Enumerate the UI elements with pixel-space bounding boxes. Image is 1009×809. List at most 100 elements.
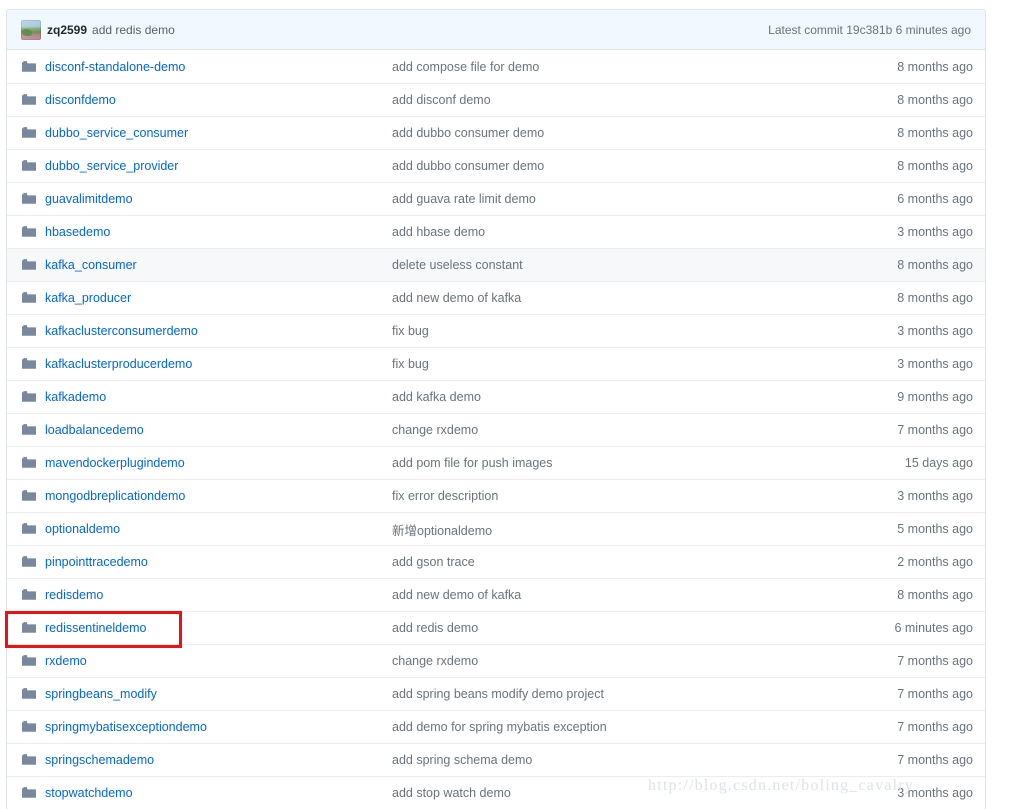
folder-icon bbox=[22, 127, 36, 138]
commit-message-cell[interactable]: add compose file for demo bbox=[392, 60, 863, 74]
file-name-cell: springschemademo bbox=[21, 752, 392, 768]
table-row[interactable]: disconfdemo add disconf demo 8 months ago bbox=[7, 83, 985, 116]
commit-message-cell[interactable]: add redis demo bbox=[392, 621, 863, 635]
folder-icon bbox=[22, 259, 36, 270]
file-link[interactable]: disconfdemo bbox=[45, 93, 116, 107]
file-link[interactable]: pinpointtracedemo bbox=[45, 555, 148, 569]
folder-icon bbox=[22, 424, 36, 435]
table-row[interactable]: optionaldemo 新增optionaldemo 5 months ago bbox=[7, 512, 985, 545]
commit-message-cell[interactable]: change rxdemo bbox=[392, 654, 863, 668]
file-link[interactable]: kafkaclusterproducerdemo bbox=[45, 357, 192, 371]
commit-age-cell: 2 months ago bbox=[897, 555, 973, 569]
table-row[interactable]: dubbo_service_provider add dubbo consumer… bbox=[7, 149, 985, 182]
table-row[interactable]: kafkaclusterconsumerdemo fix bug 3 months … bbox=[7, 314, 985, 347]
table-row[interactable]: loadbalancedemo change rxdemo 7 months ago bbox=[7, 413, 985, 446]
table-row[interactable]: springschemademo add spring schema demo 7 … bbox=[7, 743, 985, 776]
folder-icon bbox=[22, 655, 36, 666]
commit-message-cell[interactable]: add hbase demo bbox=[392, 225, 863, 239]
table-row[interactable]: dubbo_service_consumer add dubbo consumer… bbox=[7, 116, 985, 149]
commit-author[interactable]: zq2599 bbox=[47, 23, 87, 37]
table-row[interactable]: pinpointtracedemo add gson trace 2 months … bbox=[7, 545, 985, 578]
file-link[interactable]: hbasedemo bbox=[45, 225, 110, 239]
folder-icon bbox=[22, 457, 36, 468]
commit-age-cell: 15 days ago bbox=[904, 456, 973, 470]
folder-icon bbox=[22, 160, 36, 171]
commit-message-cell[interactable]: fix bug bbox=[392, 324, 863, 338]
file-link[interactable]: kafkaclusterconsumerdemo bbox=[45, 324, 198, 338]
commit-message-cell[interactable]: add pom file for push images bbox=[392, 456, 863, 470]
file-link[interactable]: stopwatchdemo bbox=[45, 786, 133, 800]
file-link[interactable]: dubbo_service_consumer bbox=[45, 126, 188, 140]
commit-message-cell[interactable]: add demo for spring mybatis exception bbox=[392, 720, 863, 734]
file-link[interactable]: redisdemo bbox=[45, 588, 103, 602]
table-row[interactable]: mavendockerplugindemo add pom file for pu… bbox=[7, 446, 985, 479]
commit-sha[interactable]: 19c381b bbox=[846, 23, 892, 37]
commit-message-cell[interactable]: add new demo of kafka bbox=[392, 291, 863, 305]
commit-age-cell: 6 minutes ago bbox=[894, 621, 973, 635]
commit-message-cell[interactable]: add dubbo consumer demo bbox=[392, 159, 863, 173]
file-name-cell: dubbo_service_consumer bbox=[21, 125, 392, 141]
table-row[interactable]: redisdemo add new demo of kafka 8 months a… bbox=[7, 578, 985, 611]
table-row[interactable]: guavalimitdemo add guava rate limit demo 6… bbox=[7, 182, 985, 215]
commit-message-cell[interactable]: delete useless constant bbox=[392, 258, 863, 272]
commit-message-cell[interactable]: add gson trace bbox=[392, 555, 863, 569]
file-link[interactable]: redissentineldemo bbox=[45, 621, 146, 635]
file-name-cell: stopwatchdemo bbox=[21, 785, 392, 801]
file-name-cell: mavendockerplugindemo bbox=[21, 455, 392, 471]
table-row[interactable]: redissentineldemo add redis demo 6 minutes… bbox=[7, 611, 985, 644]
file-name-cell: optionaldemo bbox=[21, 521, 392, 537]
file-name-cell: springbeans_modify bbox=[21, 686, 392, 702]
table-row[interactable]: springbeans_modify add spring beans modif… bbox=[7, 677, 985, 710]
commit-message-cell[interactable]: 新增optionaldemo bbox=[392, 520, 863, 539]
latest-commit-header: zq2599 add redis demo Latest commit 19c3… bbox=[7, 10, 985, 50]
file-link[interactable]: kafkademo bbox=[45, 390, 106, 404]
commit-message[interactable]: add redis demo bbox=[92, 23, 175, 37]
file-link[interactable]: mavendockerplugindemo bbox=[45, 456, 185, 470]
commit-message-cell[interactable]: add kafka demo bbox=[392, 390, 863, 404]
file-link[interactable]: springmybatisexceptiondemo bbox=[45, 720, 207, 734]
commit-message-cell[interactable]: fix bug bbox=[392, 357, 863, 371]
table-row[interactable]: rxdemo change rxdemo 7 months ago bbox=[7, 644, 985, 677]
commit-age-cell: 5 months ago bbox=[897, 522, 973, 536]
file-link[interactable]: rxdemo bbox=[45, 654, 87, 668]
commit-age-cell: 7 months ago bbox=[897, 720, 973, 734]
commit-age-cell: 7 months ago bbox=[897, 423, 973, 437]
commit-message-cell[interactable]: add spring schema demo bbox=[392, 753, 863, 767]
file-link[interactable]: guavalimitdemo bbox=[45, 192, 133, 206]
commit-age-cell: 3 months ago bbox=[897, 225, 973, 239]
file-name-cell: kafka_producer bbox=[21, 290, 392, 306]
file-link[interactable]: mongodbreplicationdemo bbox=[45, 489, 185, 503]
table-row[interactable]: mongodbreplicationdemo fix error descript… bbox=[7, 479, 985, 512]
table-row[interactable]: hbasedemo add hbase demo 3 months ago bbox=[7, 215, 985, 248]
table-row[interactable]: kafkademo add kafka demo 9 months ago bbox=[7, 380, 985, 413]
file-link[interactable]: optionaldemo bbox=[45, 522, 120, 536]
commit-age-cell: 8 months ago bbox=[897, 159, 973, 173]
table-row[interactable]: kafkaclusterproducerdemo fix bug 3 months … bbox=[7, 347, 985, 380]
table-row[interactable]: kafka_producer add new demo of kafka 8 mon… bbox=[7, 281, 985, 314]
file-name-cell: hbasedemo bbox=[21, 224, 392, 240]
folder-icon bbox=[22, 94, 36, 105]
commit-message-cell[interactable]: fix error description bbox=[392, 489, 863, 503]
commit-message-cell[interactable]: change rxdemo bbox=[392, 423, 863, 437]
table-row[interactable]: disconf-standalone-demo add compose file … bbox=[7, 50, 985, 83]
avatar[interactable] bbox=[21, 19, 41, 40]
commit-message-cell[interactable]: add spring beans modify demo project bbox=[392, 687, 863, 701]
table-row[interactable]: springmybatisexceptiondemo add demo for s… bbox=[7, 710, 985, 743]
file-name-cell: redisdemo bbox=[21, 587, 392, 603]
commit-message-cell[interactable]: add guava rate limit demo bbox=[392, 192, 863, 206]
file-link[interactable]: loadbalancedemo bbox=[45, 423, 144, 437]
commit-message-cell[interactable]: add dubbo consumer demo bbox=[392, 126, 863, 140]
file-link[interactable]: springbeans_modify bbox=[45, 687, 157, 701]
file-name-cell: dubbo_service_provider bbox=[21, 158, 392, 174]
table-row[interactable]: kafka_consumer delete useless constant 8 m… bbox=[7, 248, 985, 281]
commit-message-cell[interactable]: add disconf demo bbox=[392, 93, 863, 107]
file-link[interactable]: kafka_producer bbox=[45, 291, 131, 305]
file-link[interactable]: kafka_consumer bbox=[45, 258, 137, 272]
file-link[interactable]: dubbo_service_provider bbox=[45, 159, 178, 173]
file-name-cell: redissentineldemo bbox=[21, 620, 392, 636]
commit-age-cell: 3 months ago bbox=[897, 357, 973, 371]
commit-age-cell: 7 months ago bbox=[897, 654, 973, 668]
file-link[interactable]: disconf-standalone-demo bbox=[45, 60, 185, 74]
commit-message-cell[interactable]: add new demo of kafka bbox=[392, 588, 863, 602]
file-link[interactable]: springschemademo bbox=[45, 753, 154, 767]
